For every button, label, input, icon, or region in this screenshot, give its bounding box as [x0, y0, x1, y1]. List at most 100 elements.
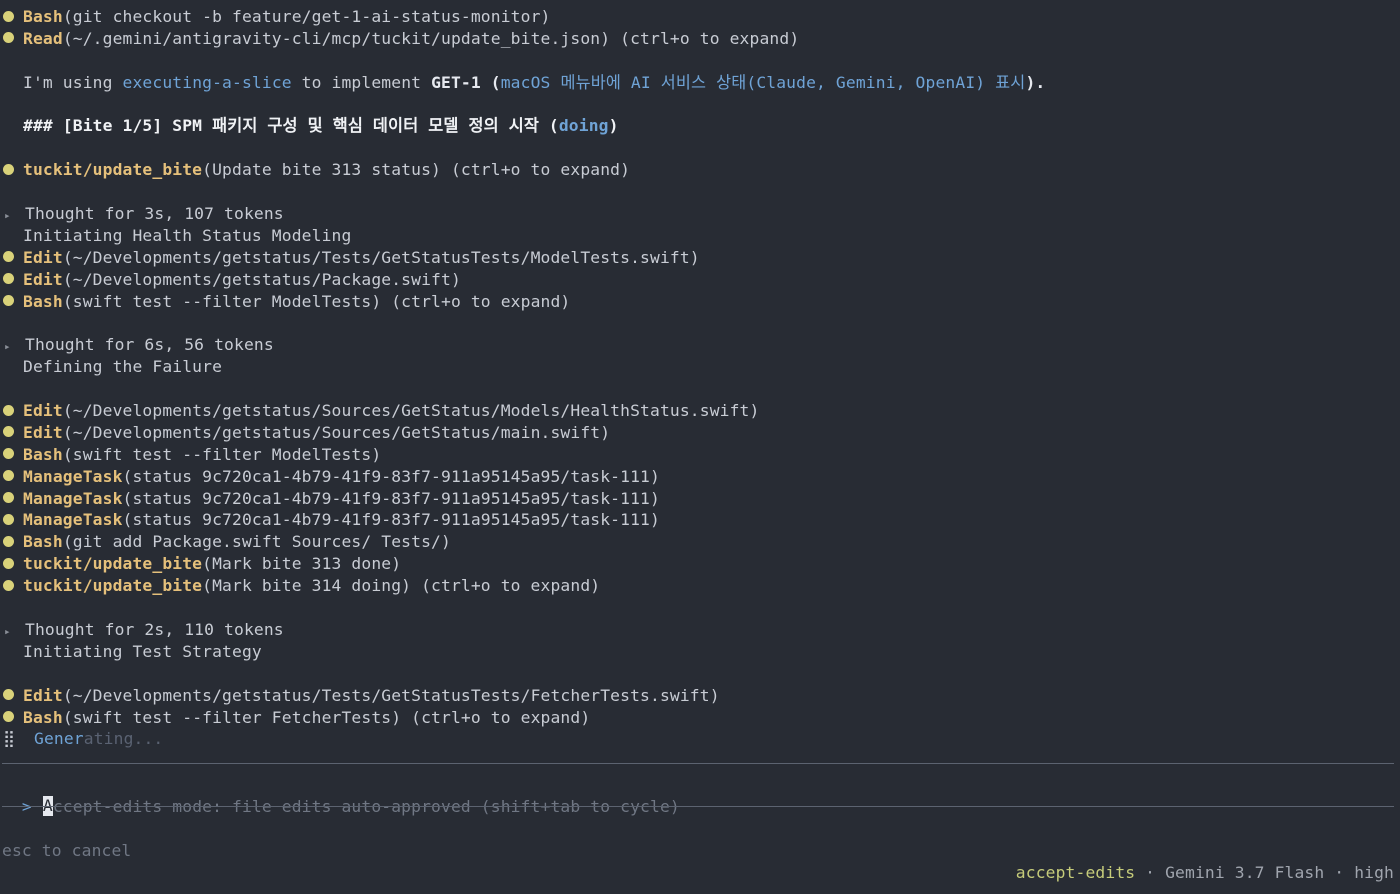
thought-title: Initiating Health Status Modeling: [23, 225, 352, 245]
bullet-slot: [2, 400, 23, 422]
transcript-line-plain: Initiating Health Status Modeling: [2, 225, 1396, 247]
transcript-line-blank: [2, 312, 1396, 334]
caret-right-icon[interactable]: ▸: [2, 205, 25, 225]
dot-icon: [3, 295, 14, 307]
transcript-line-blank: [2, 50, 1396, 72]
tool-name: Read: [23, 28, 63, 48]
transcript-line-tool: Bash(swift test --filter ModelTests) (ct…: [2, 291, 1396, 313]
bullet-slot: [2, 444, 23, 466]
tool-args[interactable]: (swift test --filter ModelTests): [63, 445, 381, 464]
transcript-line-blank: [2, 137, 1396, 159]
tool-args[interactable]: (swift test --filter ModelTests) (ctrl+o…: [63, 292, 571, 311]
tool-name: Edit: [23, 422, 63, 442]
cancel-hint: esc to cancel: [2, 841, 132, 860]
prompt-input[interactable]: >Accept-edits mode: file edits auto-appr…: [2, 774, 680, 816]
message-text: to implement: [291, 72, 432, 92]
dot-icon: [3, 470, 14, 482]
thought-summary[interactable]: Thought for 2s, 110 tokens: [25, 620, 284, 639]
tool-name: Edit: [23, 685, 63, 705]
dot-icon: [3, 251, 14, 263]
bullet-slot: [2, 422, 23, 444]
dot-icon: [3, 513, 14, 525]
ticket-id: GET-1: [431, 72, 481, 92]
tool-args[interactable]: (Mark bite 314 doing) (ctrl+o to expand): [202, 576, 600, 595]
bullet-slot: [2, 28, 23, 50]
generating-text: Gener: [34, 729, 84, 749]
transcript-line-tool: ManageTask(status 9c720ca1-4b79-41f9-83f…: [2, 509, 1396, 531]
ticket-title: macOS 메뉴바에 AI 서비스 상태(Claude, Gemini, Ope…: [500, 72, 1026, 92]
thought-title: Initiating Test Strategy: [23, 641, 262, 661]
tool-args[interactable]: (~/Developments/getstatus/Tests/GetStatu…: [63, 686, 720, 705]
transcript-line-tool: Bash(swift test --filter ModelTests): [2, 444, 1396, 466]
skill-link[interactable]: executing-a-slice: [123, 73, 292, 92]
bite-heading: ### [Bite 1/5] SPM 패키지 구성 및 핵심 데이터 모델 정의…: [23, 116, 559, 136]
transcript-line-tool: tuckit/update_bite(Update bite 313 statu…: [2, 159, 1396, 181]
caret-right-icon[interactable]: ▸: [2, 336, 25, 356]
transcript-line-tool: Edit(~/Developments/getstatus/Package.sw…: [2, 269, 1396, 291]
transcript-line-thought: ▸ Thought for 6s, 56 tokens: [2, 334, 1396, 356]
transcript-line-tool: ManageTask(status 9c720ca1-4b79-41f9-83f…: [2, 488, 1396, 510]
bullet-slot: [2, 575, 23, 597]
bite-heading-close: ): [608, 116, 619, 136]
bullet-slot: [2, 159, 23, 181]
status-right-group: accept-edits · Gemini 3.7 Flash · high: [1016, 862, 1394, 884]
bite-status: doing: [558, 116, 609, 136]
dot-icon: [3, 492, 14, 504]
mode-indicator: accept-edits: [1015, 863, 1136, 882]
transcript-line-tool: Edit(~/Developments/getstatus/Sources/Ge…: [2, 400, 1396, 422]
thought-summary[interactable]: Thought for 3s, 107 tokens: [25, 204, 284, 223]
terminal-transcript: Bash (git checkout -b feature/get-1-ai-st…: [2, 6, 1396, 750]
transcript-line-plain: Defining the Failure: [2, 356, 1396, 378]
transcript-line-tool: Edit(~/Developments/getstatus/Tests/GetS…: [2, 685, 1396, 707]
tool-args[interactable]: (Mark bite 313 done): [202, 554, 401, 573]
tool-args[interactable]: (git add Package.swift Sources/ Tests/): [63, 532, 451, 551]
tool-name: Bash: [23, 291, 63, 311]
tool-name: tuckit/update_bite: [23, 160, 203, 180]
bullet-slot: [2, 531, 23, 553]
tool-args[interactable]: (~/Developments/getstatus/Tests/GetStatu…: [63, 248, 700, 267]
tool-args[interactable]: (Update bite 313 status) (ctrl+o to expa…: [202, 160, 630, 179]
thought-summary[interactable]: Thought for 6s, 56 tokens: [25, 335, 274, 354]
thought-title: Defining the Failure: [23, 357, 223, 377]
input-top-divider: [2, 763, 1394, 764]
tool-name: Bash: [23, 707, 63, 727]
transcript-line-blank: [2, 181, 1396, 203]
tool-args[interactable]: (~/.gemini/antigravity-cli/mcp/tuckit/up…: [63, 29, 799, 48]
transcript-line-tool: Bash(git add Package.swift Sources/ Test…: [2, 531, 1396, 553]
tool-name: Bash: [23, 532, 63, 552]
dot-icon: [3, 448, 14, 460]
bullet-slot: [2, 553, 23, 575]
tool-args[interactable]: (status 9c720ca1-4b79-41f9-83f7-911a9514…: [123, 489, 660, 508]
tool-args[interactable]: (~/Developments/getstatus/Sources/GetSta…: [63, 423, 610, 442]
transcript-line-generating: ⣿ Generating...: [2, 728, 1396, 750]
dot-icon: [3, 273, 14, 285]
tool-name: tuckit/update_bite: [23, 554, 203, 574]
caret-right-icon[interactable]: ▸: [2, 621, 25, 641]
tool-args[interactable]: (~/Developments/getstatus/Sources/GetSta…: [63, 401, 760, 420]
transcript-line-tool: Bash(swift test --filter FetcherTests) (…: [2, 707, 1396, 729]
dot-icon: [3, 10, 14, 22]
tool-name: Bash: [23, 444, 63, 464]
effort-level: high: [1354, 863, 1394, 882]
transcript-line-tool: Edit(~/Developments/getstatus/Tests/GetS…: [2, 247, 1396, 269]
tool-args[interactable]: (swift test --filter FetcherTests) (ctrl…: [63, 708, 590, 727]
tool-args[interactable]: (status 9c720ca1-4b79-41f9-83f7-911a9514…: [123, 467, 660, 486]
bullet-slot: [2, 269, 23, 291]
tool-args[interactable]: (~/Developments/getstatus/Package.swift): [63, 270, 461, 289]
tool-name: Edit: [23, 401, 63, 421]
transcript-line-blank: [2, 378, 1396, 400]
transcript-line-tool: tuckit/update_bite(Mark bite 314 doing) …: [2, 575, 1396, 597]
status-separator: ·: [1135, 863, 1166, 882]
dot-icon: [3, 163, 14, 175]
message-text: I'm using: [23, 72, 123, 92]
model-name: Gemini 3.7 Flash: [1165, 863, 1325, 882]
dot-icon: [3, 711, 14, 722]
bullet-slot: [2, 6, 23, 28]
tool-name: ManageTask: [23, 466, 123, 486]
tool-args[interactable]: (status 9c720ca1-4b79-41f9-83f7-911a9514…: [123, 510, 660, 529]
tool-args[interactable]: (git checkout -b feature/get-1-ai-status…: [63, 7, 551, 26]
dot-icon: [3, 557, 14, 569]
transcript-line-tool: ManageTask(status 9c720ca1-4b79-41f9-83f…: [2, 466, 1396, 488]
transcript-line-skill: I'm using executing-a-slice to implement…: [2, 72, 1396, 94]
dot-icon: [3, 404, 14, 416]
